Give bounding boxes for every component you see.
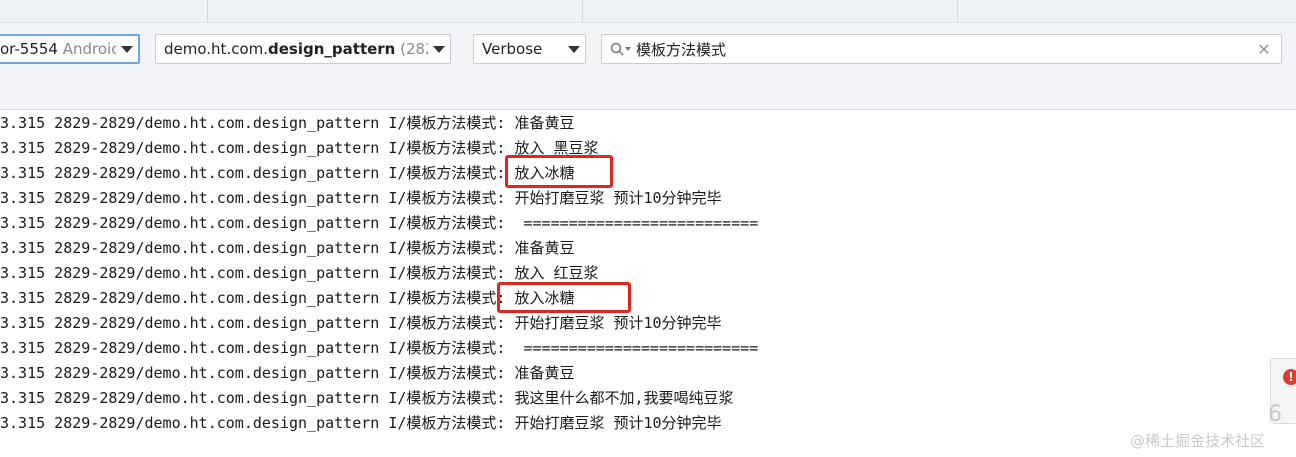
log-line: 3.315 2829-2829/demo.ht.com.design_patte…: [0, 186, 722, 211]
log-prefix: 3.315 2829-2829/demo.ht.com.design_patte…: [0, 389, 506, 407]
log-prefix: 3.315 2829-2829/demo.ht.com.design_patte…: [0, 364, 506, 382]
log-message: ==========================: [505, 339, 759, 357]
log-message: 开始打磨豆浆 预计10分钟完毕: [505, 314, 722, 332]
log-prefix: 3.315 2829-2829/demo.ht.com.design_patte…: [0, 264, 506, 282]
clear-search-icon[interactable]: ✕: [1247, 40, 1281, 59]
partial-digit: 6: [1268, 402, 1282, 427]
log-line: 3.315 2829-2829/demo.ht.com.design_patte…: [0, 386, 734, 411]
chevron-down-icon: [563, 45, 585, 53]
log-prefix: 3.315 2829-2829/demo.ht.com.design_patte…: [0, 139, 506, 157]
log-message: 我这里什么都不加,我要喝纯豆浆: [505, 389, 734, 407]
log-line: 3.315 2829-2829/demo.ht.com.design_patte…: [0, 311, 722, 336]
log-message: 准备黄豆: [505, 239, 575, 257]
log-prefix: 3.315 2829-2829/demo.ht.com.design_patte…: [0, 214, 506, 232]
device-selector[interactable]: or-5554 Androic: [0, 34, 140, 64]
process-package-prefix: demo.ht.com.: [164, 40, 269, 58]
tab-divider: [957, 0, 958, 22]
highlight-box: [505, 155, 613, 188]
log-prefix: 3.315 2829-2829/demo.ht.com.design_patte…: [0, 239, 506, 257]
log-prefix: 3.315 2829-2829/demo.ht.com.design_patte…: [0, 189, 506, 207]
log-message: 准备黄豆: [505, 114, 575, 132]
search-input[interactable]: 模板方法模式 ✕: [601, 34, 1282, 64]
watermark: @稀土掘金技术社区: [1130, 432, 1266, 450]
log-message: ==========================: [505, 214, 759, 232]
log-line: 3.315 2829-2829/demo.ht.com.design_patte…: [0, 211, 758, 236]
log-line: 3.315 2829-2829/demo.ht.com.design_patte…: [0, 411, 722, 436]
log-prefix: 3.315 2829-2829/demo.ht.com.design_patte…: [0, 339, 506, 357]
chevron-down-icon: [116, 45, 138, 53]
log-prefix: 3.315 2829-2829/demo.ht.com.design_patte…: [0, 289, 506, 307]
alert-icon: !: [1283, 369, 1296, 385]
log-line: 3.315 2829-2829/demo.ht.com.design_patte…: [0, 336, 758, 361]
log-line: 3.315 2829-2829/demo.ht.com.design_patte…: [0, 161, 574, 186]
log-level-label: Verbose: [482, 40, 543, 58]
device-type: Androic: [57, 40, 116, 58]
highlight-box: [497, 282, 631, 313]
log-message: 开始打磨豆浆 预计10分钟完毕: [505, 414, 722, 432]
log-prefix: 3.315 2829-2829/demo.ht.com.design_patte…: [0, 314, 506, 332]
tab-divider: [582, 0, 583, 22]
log-line: 3.315 2829-2829/demo.ht.com.design_patte…: [0, 111, 574, 136]
log-level-selector[interactable]: Verbose: [473, 34, 586, 64]
process-pid: (2829: [400, 40, 428, 58]
device-name: or-5554: [0, 40, 58, 58]
log-prefix: 3.315 2829-2829/demo.ht.com.design_patte…: [0, 414, 506, 432]
process-package-name: design_pattern: [268, 40, 396, 58]
process-selector-label: demo.ht.com.design_pattern (2829: [156, 40, 428, 58]
process-selector[interactable]: demo.ht.com.design_pattern (2829: [155, 34, 451, 64]
device-selector-label: or-5554 Androic: [0, 40, 116, 58]
log-message: 放入 红豆浆: [505, 264, 599, 282]
search-query[interactable]: 模板方法模式: [636, 39, 1247, 60]
chevron-down-icon: [428, 45, 450, 53]
log-message: 准备黄豆: [505, 364, 575, 382]
tab-divider: [207, 0, 208, 22]
log-line: 3.315 2829-2829/demo.ht.com.design_patte…: [0, 361, 574, 386]
log-prefix: 3.315 2829-2829/demo.ht.com.design_patte…: [0, 114, 506, 132]
log-line: 3.315 2829-2829/demo.ht.com.design_patte…: [0, 286, 574, 311]
log-prefix: 3.315 2829-2829/demo.ht.com.design_patte…: [0, 164, 506, 182]
tab-strip: [0, 0, 1296, 23]
search-icon: [606, 42, 636, 56]
log-message: 开始打磨豆浆 预计10分钟完毕: [505, 189, 722, 207]
log-line: 3.315 2829-2829/demo.ht.com.design_patte…: [0, 236, 574, 261]
